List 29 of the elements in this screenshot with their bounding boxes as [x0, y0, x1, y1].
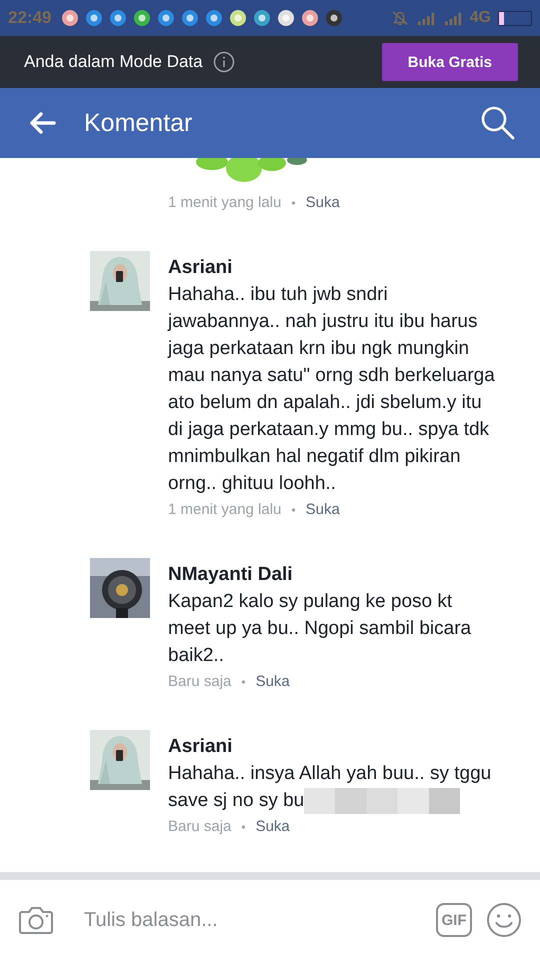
camera-icon[interactable]	[18, 904, 54, 936]
comment-time: 1 menit yang lalu	[168, 194, 282, 211]
data-mode-text: Anda dalam Mode Data	[24, 52, 203, 72]
comment-author[interactable]: Asriani	[168, 257, 495, 279]
status-time: 22:49	[8, 8, 52, 28]
gif-button[interactable]: GIF	[436, 903, 472, 937]
separator-dot: •	[241, 820, 246, 834]
comment-text: Hahaha.. ibu tuh jwb sndri jawabannya.. nah justru itu ibu harus jaga perkataan krn ibu ngk mungkin mau nanya satu" orng sdh berkeluarga ato belum dn apalah.. jdi sbelum.y itu di jaga perkataan.y mmg bu.. spya tdk mnimbulkan hal negatif dlm pikiran orng.. ghituu loohh..	[168, 283, 495, 496]
header-title: Komentar	[84, 108, 194, 138]
comment-author[interactable]: Asriani	[168, 736, 492, 758]
comment-text: Kapan2 kalo sy pulang ke poso kt meet up ya bu.. Ngopi sambil bicara baik2..	[168, 590, 472, 668]
like-link[interactable]: Suka	[306, 501, 340, 518]
like-link[interactable]: Suka	[256, 673, 290, 690]
separator-dot: •	[241, 674, 246, 688]
comment-time: Baru saja	[168, 673, 232, 690]
like-link[interactable]: Suka	[256, 818, 290, 835]
comment-time: Baru saja	[168, 818, 232, 835]
comment-author[interactable]: NMayanti Dali	[168, 564, 472, 586]
back-icon[interactable]	[28, 111, 56, 135]
separator-dot: •	[291, 196, 296, 210]
separator-dot: •	[291, 502, 296, 516]
free-button[interactable]: Buka Gratis	[382, 43, 518, 81]
like-link[interactable]: Suka	[306, 194, 340, 211]
info-icon[interactable]	[212, 51, 235, 73]
network-type: 4G	[470, 9, 491, 27]
comment-time: 1 menit yang lalu	[168, 501, 282, 518]
search-icon[interactable]	[480, 105, 516, 141]
comment-text: Hahaha.. insya Allah yah buu.. sy tggu save sj no sy bu	[168, 760, 492, 814]
smiley-icon[interactable]	[486, 902, 522, 938]
